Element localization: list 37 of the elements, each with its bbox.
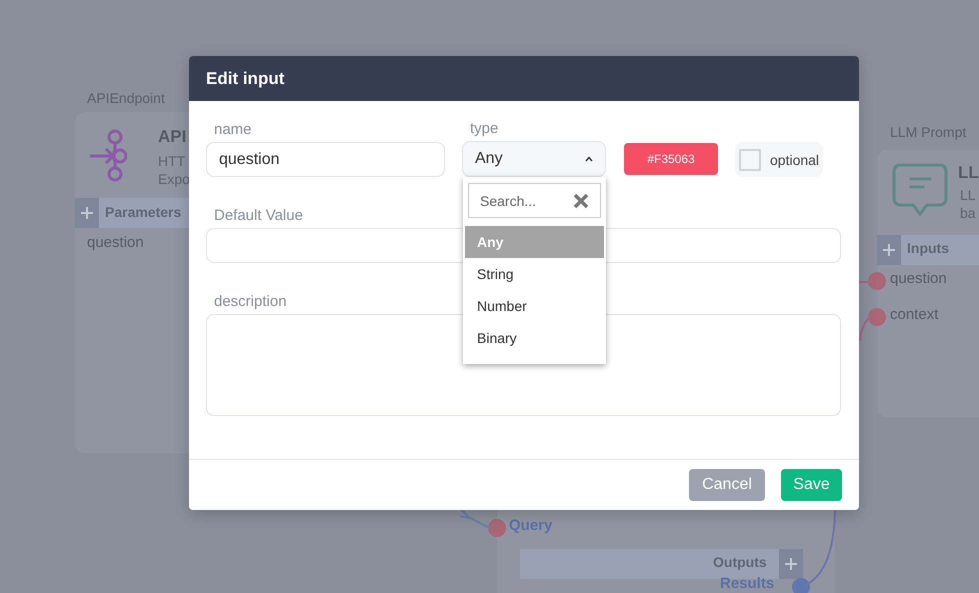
plus-icon [81, 207, 93, 219]
port-label: Query [509, 517, 552, 534]
section-title: Inputs [907, 240, 949, 256]
port-label: question [87, 234, 144, 251]
node-title: LL [958, 163, 979, 183]
name-field[interactable]: question [206, 142, 445, 177]
add-button[interactable] [877, 235, 901, 265]
branch-arrow-icon [89, 129, 127, 183]
dropdown-option[interactable]: Number [465, 290, 604, 322]
caret-icon [585, 156, 593, 162]
node-title: API [158, 127, 186, 147]
clear-icon[interactable] [573, 193, 589, 209]
plus-icon [883, 244, 895, 256]
add-button[interactable] [75, 198, 99, 228]
port-label: Results [720, 575, 774, 592]
plus-icon [785, 558, 797, 570]
optional-checkbox[interactable]: optional [735, 142, 824, 177]
port-dot[interactable] [868, 272, 886, 290]
connection-line [859, 281, 869, 341]
field-label: name [213, 121, 252, 138]
field-label: description [213, 293, 287, 310]
field-label: Default Value [213, 207, 303, 224]
dropdown-option[interactable]: String [465, 258, 604, 290]
section-title: Parameters [105, 204, 182, 220]
port-dot[interactable] [488, 519, 506, 537]
section-title: Outputs [713, 554, 767, 570]
dropdown-option[interactable]: Binary [465, 322, 604, 354]
port-label: context [890, 306, 938, 323]
dialog-title: Edit input [206, 68, 284, 88]
type-select[interactable]: Any [462, 141, 606, 177]
field-label: type [469, 120, 498, 137]
connection-line [458, 508, 490, 530]
add-button[interactable] [779, 549, 803, 579]
port-dot[interactable] [868, 308, 886, 326]
checkbox[interactable] [739, 148, 761, 170]
search-field[interactable]: Search... [468, 183, 601, 218]
port-label: question [890, 270, 947, 287]
